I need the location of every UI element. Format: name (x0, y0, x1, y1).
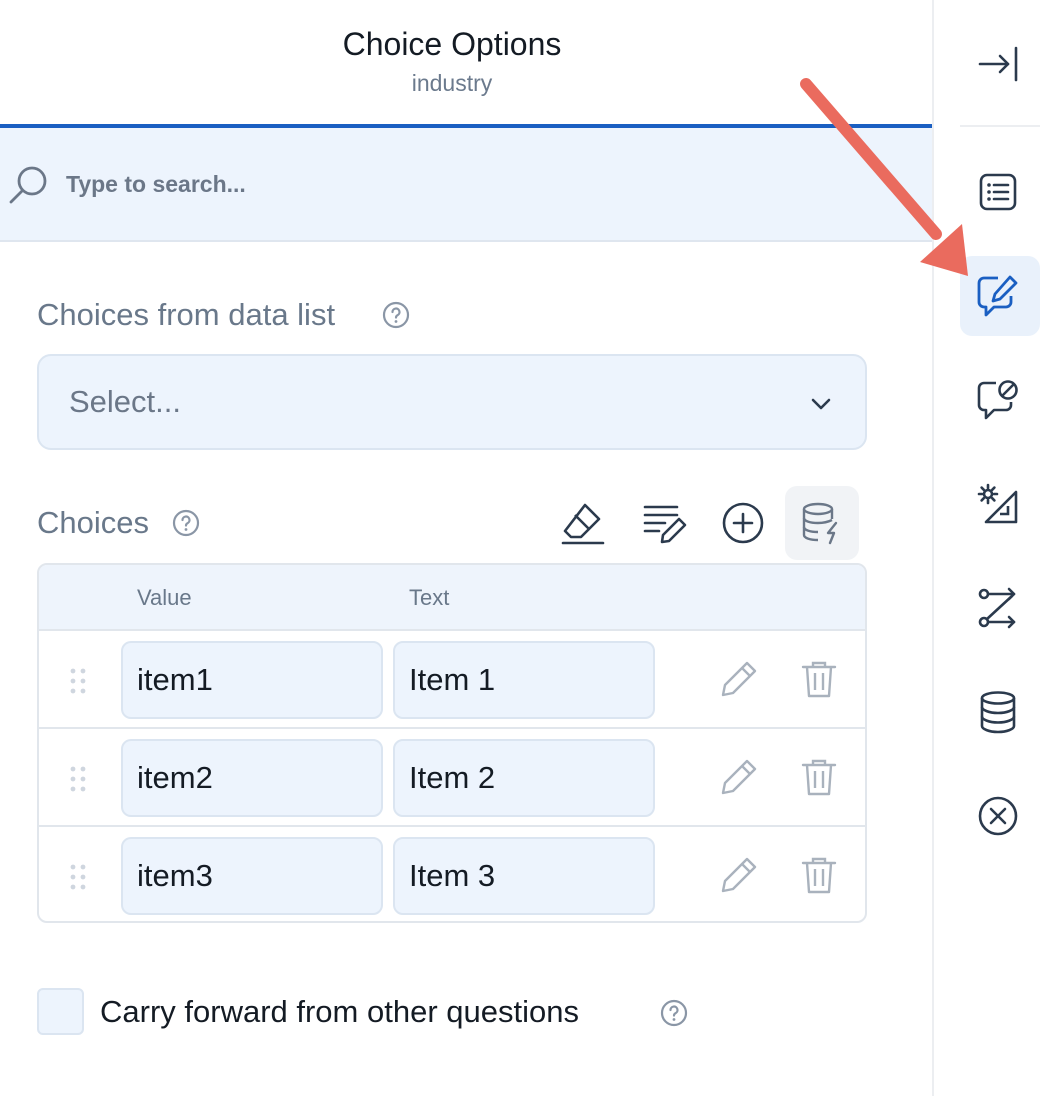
choice-value-input[interactable]: item3 (121, 837, 383, 915)
drag-handle-icon[interactable] (69, 667, 87, 695)
choice-value-input[interactable]: item2 (121, 739, 383, 817)
add-circle-icon (722, 502, 764, 544)
pencil-icon[interactable] (719, 855, 759, 895)
search-bar (0, 128, 932, 242)
choice-text-input[interactable]: Item 3 (393, 837, 655, 915)
help-icon[interactable] (382, 301, 410, 329)
choices-table: Value Text item1 Item 1 item2 Item 2 ite… (37, 563, 867, 923)
message-blocked-icon (977, 380, 1018, 420)
sidebar-item-layout[interactable] (974, 480, 1022, 528)
carry-forward-label: Carry forward from other questions (100, 994, 579, 1029)
trash-icon[interactable] (799, 757, 839, 797)
page-title: Choice Options (342, 26, 562, 62)
sidebar-item-general[interactable] (974, 168, 1022, 216)
sidebar-item-choices-by-url[interactable] (974, 376, 1022, 424)
edit-list-icon (643, 505, 687, 544)
settings-triangle-icon (977, 483, 1018, 524)
search-input[interactable] (66, 158, 866, 210)
data-list-label: Choices from data list (37, 297, 336, 332)
search-icon (9, 166, 47, 204)
close-circle-icon (978, 796, 1018, 836)
property-grid-sidebar (932, 0, 1062, 1096)
logic-flow-icon (978, 587, 1016, 629)
pencil-icon[interactable] (719, 757, 759, 797)
sidebar-item-logic[interactable] (974, 584, 1022, 632)
choice-options-panel: Choice Options industry Choices from dat… (0, 0, 932, 1096)
chevron-down-icon (811, 398, 831, 410)
sidebar-item-choice-options[interactable] (974, 272, 1022, 320)
table-row: item3 Item 3 (39, 827, 865, 921)
drag-handle-icon[interactable] (69, 863, 87, 891)
collapse-panel-button[interactable] (974, 40, 1022, 88)
trash-icon[interactable] (799, 659, 839, 699)
panel-header: Choice Options industry (0, 0, 932, 128)
sidebar-divider (960, 125, 1040, 127)
table-row: item2 Item 2 (39, 729, 865, 827)
clear-choices-button[interactable] (546, 486, 620, 560)
help-icon[interactable] (660, 999, 688, 1027)
table-row: item1 Item 1 (39, 631, 865, 729)
help-icon[interactable] (172, 509, 200, 537)
carry-forward-checkbox[interactable] (37, 988, 84, 1035)
choice-text-input[interactable]: Item 2 (393, 739, 655, 817)
database-flash-icon (802, 502, 838, 545)
column-header-text: Text (409, 585, 450, 610)
data-list-select[interactable]: Select... (37, 354, 867, 450)
database-icon (980, 691, 1016, 734)
choices-label: Choices (37, 505, 149, 540)
trash-icon[interactable] (799, 855, 839, 895)
table-header: Value Text (39, 565, 865, 631)
sidebar-item-validation[interactable] (974, 792, 1022, 840)
collapse-panel-icon (978, 46, 1018, 82)
choice-text-input[interactable]: Item 1 (393, 641, 655, 719)
pencil-icon[interactable] (719, 659, 759, 699)
page-subtitle: industry (411, 70, 493, 96)
load-from-web-button[interactable] (785, 486, 859, 560)
choice-value-input[interactable]: item1 (121, 641, 383, 719)
column-header-value: Value (137, 585, 192, 610)
eraser-icon (561, 503, 605, 545)
edit-choices-list-button[interactable] (626, 486, 700, 560)
sidebar-item-data[interactable] (974, 688, 1022, 736)
edit-message-icon (977, 275, 1018, 317)
drag-handle-icon[interactable] (69, 765, 87, 793)
select-value: Select... (69, 384, 181, 419)
list-icon (979, 173, 1017, 211)
add-choice-button[interactable] (706, 486, 780, 560)
